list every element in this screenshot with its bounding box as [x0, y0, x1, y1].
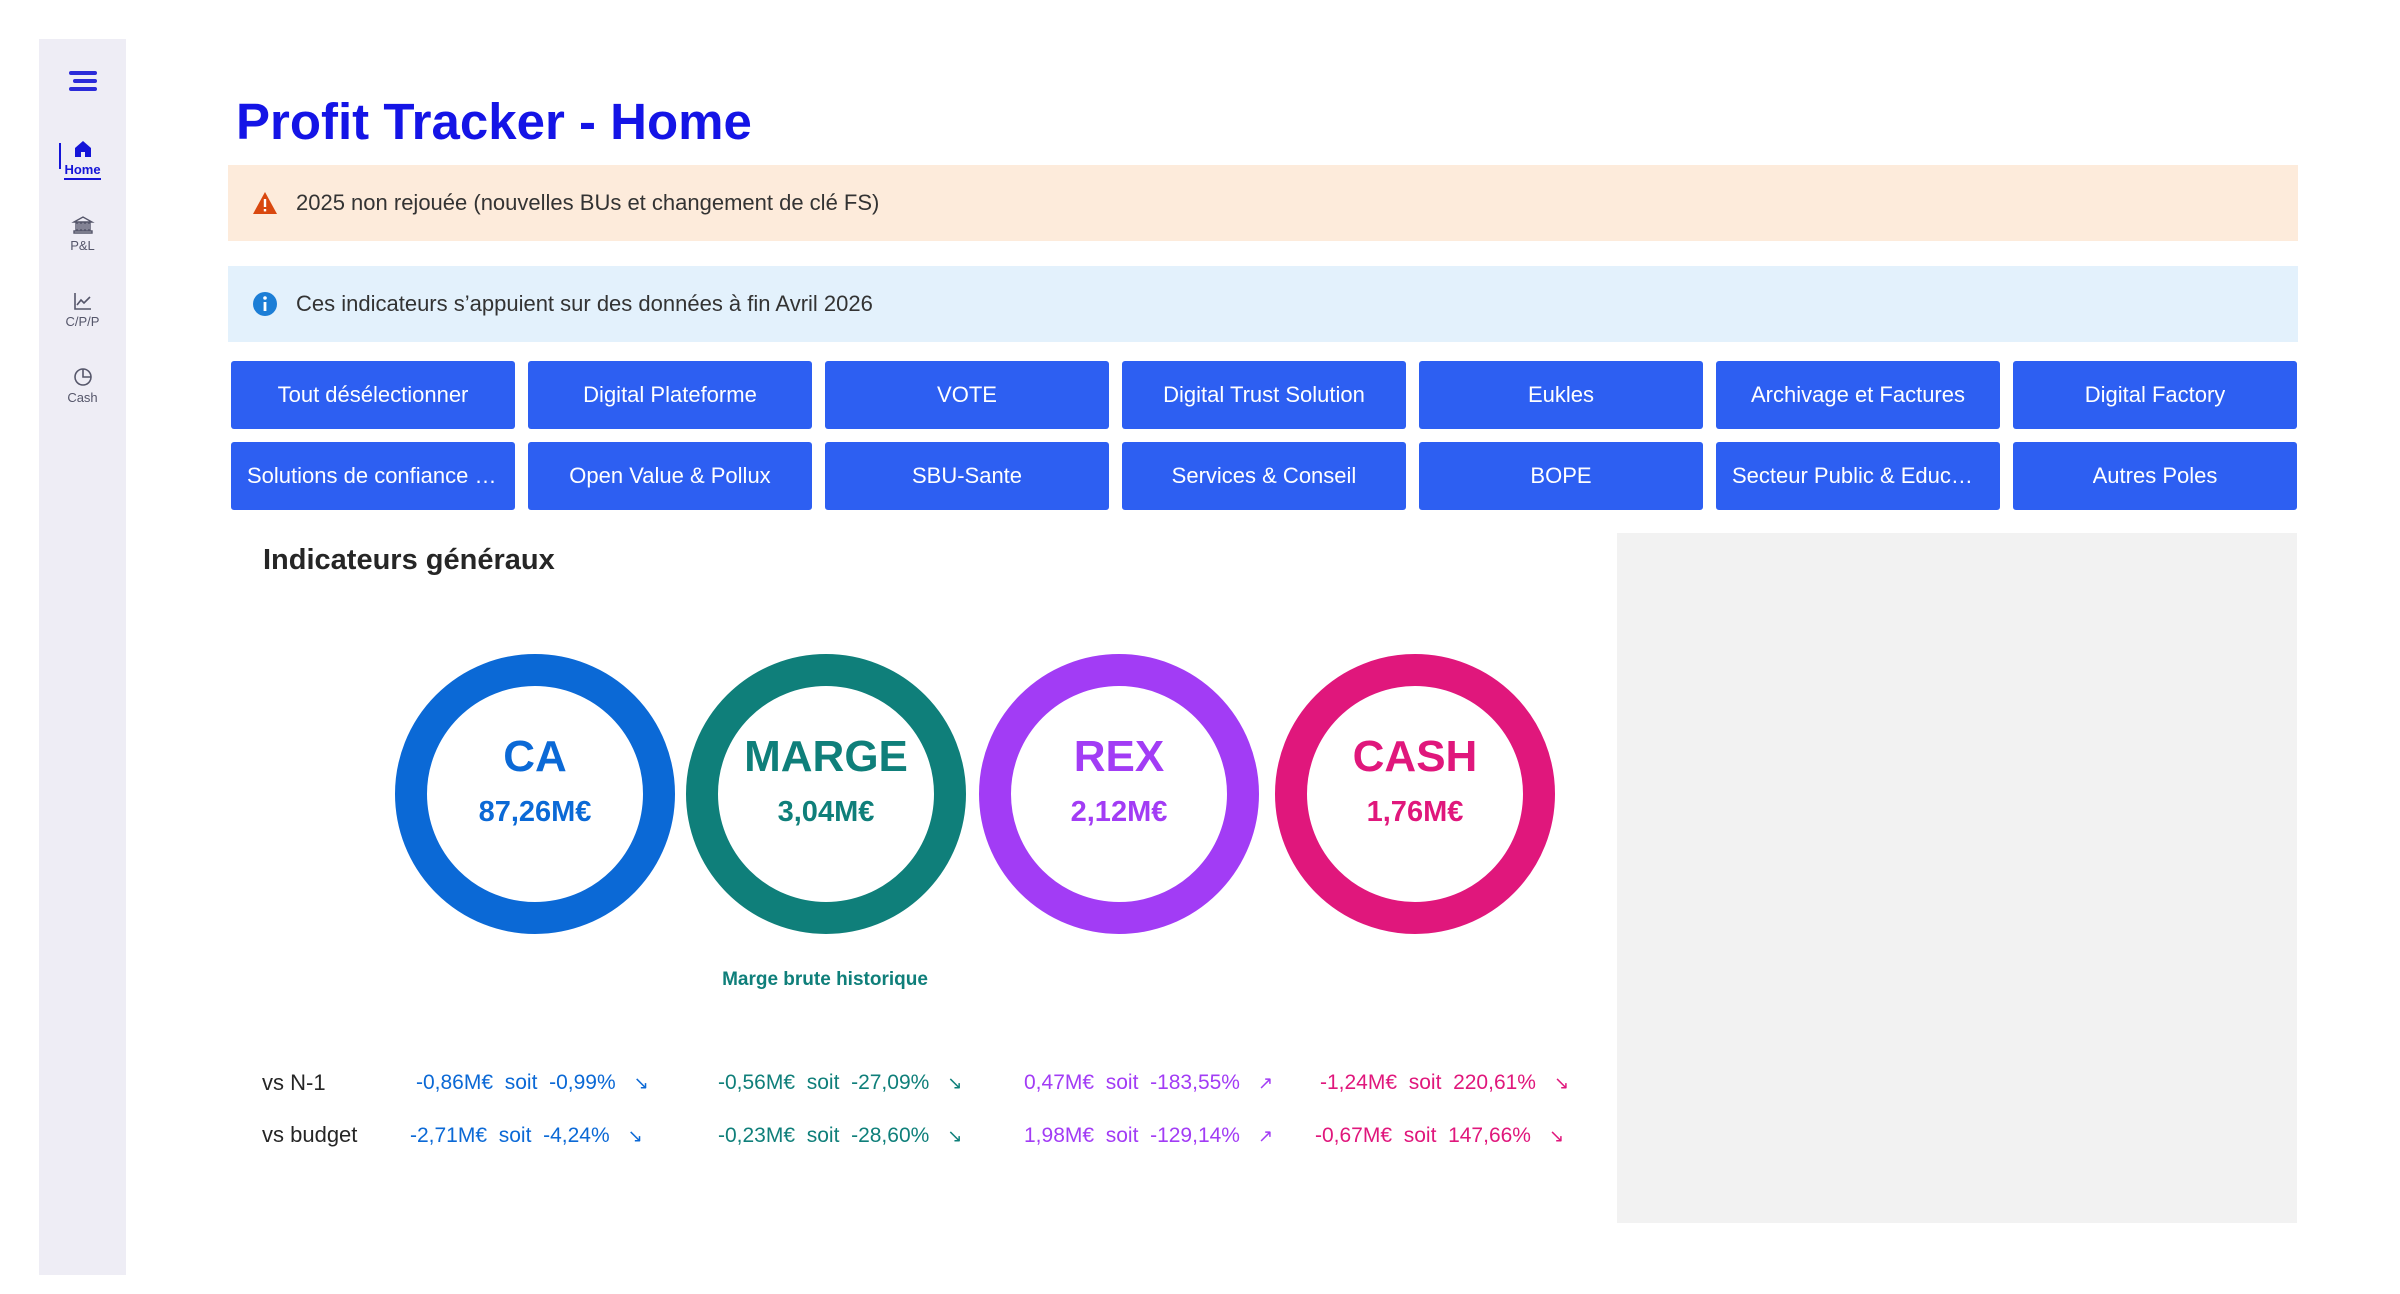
info-text: Ces indicateurs s’appuient sur des donné…: [296, 291, 873, 316]
kpi-marge: MARGE 3,04M€: [686, 654, 966, 934]
section-title: Indicateurs généraux: [263, 544, 555, 576]
filter-button[interactable]: Solutions de confiance Grand Public: [231, 442, 515, 510]
hamburger-icon[interactable]: [67, 71, 99, 91]
warning-alert: 2025 non rejouée (nouvelles BUs et chang…: [228, 165, 2298, 241]
sidebar-item-label: Cash: [67, 390, 98, 405]
kpi-ring: [979, 654, 1259, 934]
filter-button[interactable]: Open Value & Pollux: [528, 442, 812, 510]
trend-arrow-icon: ↗: [1257, 1126, 1274, 1146]
trend-arrow-icon: ↘: [947, 1126, 963, 1146]
trend-arrow-icon: ↘: [1553, 1073, 1570, 1093]
trend-arrow-icon: ↗: [1257, 1073, 1274, 1093]
page-title: Profit Tracker - Home: [236, 93, 752, 150]
kpi-value: 1,76M€: [1366, 796, 1464, 828]
bank-icon: [70, 216, 95, 234]
sidebar-item-cpp[interactable]: C/P/P: [39, 289, 126, 329]
comparison-value: -0,23M€ soit -28,60% ↘: [718, 1124, 963, 1147]
home-icon: [74, 141, 91, 157]
comparison-value: 0,47M€ soit -183,55% ↗: [1024, 1071, 1274, 1094]
sidebar-item-pl[interactable]: P&L: [39, 213, 126, 253]
filter-button[interactable]: Digital Trust Solution: [1122, 361, 1406, 429]
filter-button[interactable]: Archivage et Factures: [1716, 361, 2000, 429]
kpi-value: 2,12M€: [1070, 796, 1168, 828]
trend-arrow-icon: ↘: [633, 1073, 649, 1093]
comparison-value: 1,98M€ soit -129,14% ↗: [1024, 1124, 1274, 1147]
kpi-ring: [1275, 654, 1555, 934]
sidebar-item-home[interactable]: Home: [39, 137, 126, 180]
comparison-label-budget: vs budget: [262, 1122, 358, 1147]
kpi-cash: CASH 1,76M€: [1275, 654, 1555, 934]
filter-button[interactable]: Secteur Public & Education: [1716, 442, 2000, 510]
info-icon: [253, 292, 277, 316]
sidebar-item-cash[interactable]: Cash: [39, 365, 126, 405]
trend-arrow-icon: ↘: [627, 1126, 643, 1146]
filter-button[interactable]: Services & Conseil: [1122, 442, 1406, 510]
comparison-value: -0,67M€ soit 147,66% ↘: [1315, 1124, 1565, 1147]
comparison-value: -0,86M€ soit -0,99% ↘: [416, 1071, 649, 1094]
kpi-ca: CA 87,26M€: [395, 654, 675, 934]
kpi-rex: REX 2,12M€: [979, 654, 1259, 934]
kpi-name: REX: [1073, 732, 1165, 781]
sidebar-item-label: P&L: [70, 238, 95, 253]
filter-button[interactable]: VOTE: [825, 361, 1109, 429]
comparison-value: -2,71M€ soit -4,24% ↘: [410, 1124, 643, 1147]
filter-button[interactable]: SBU-Sante: [825, 442, 1109, 510]
kpi-value: 87,26M€: [478, 796, 592, 828]
kpi-note: Marge brute historique: [722, 969, 928, 990]
sidebar-item-label: Home: [64, 162, 101, 180]
kpi-name: CA: [503, 732, 567, 781]
filter-button[interactable]: Digital Factory: [2013, 361, 2297, 429]
pie-chart-icon: [73, 368, 92, 386]
info-alert: Ces indicateurs s’appuient sur des donné…: [228, 266, 2298, 342]
filter-button[interactable]: Tout désélectionner: [231, 361, 515, 429]
comparison-value: -0,56M€ soit -27,09% ↘: [718, 1071, 963, 1094]
kpi-value: 3,04M€: [777, 796, 875, 828]
warning-text: 2025 non rejouée (nouvelles BUs et chang…: [296, 190, 880, 215]
sidebar: Home P&L C/P/P Cash: [39, 39, 126, 1275]
kpi-name: CASH: [1352, 732, 1478, 781]
sidebar-item-label: C/P/P: [65, 314, 100, 329]
line-chart-icon: [73, 293, 91, 310]
filter-button[interactable]: Autres Poles: [2013, 442, 2297, 510]
filter-button[interactable]: Digital Plateforme: [528, 361, 812, 429]
kpi-ring: [395, 654, 675, 934]
comparison-label-n1: vs N-1: [262, 1070, 326, 1095]
filter-button[interactable]: Eukles: [1419, 361, 1703, 429]
kpi-ring: [686, 654, 966, 934]
warning-icon: [253, 192, 277, 214]
side-panel: [1617, 533, 2297, 1223]
trend-arrow-icon: ↘: [1548, 1126, 1565, 1146]
filter-button[interactable]: BOPE: [1419, 442, 1703, 510]
trend-arrow-icon: ↘: [947, 1073, 963, 1093]
kpi-name: MARGE: [744, 732, 908, 781]
comparison-value: -1,24M€ soit 220,61% ↘: [1320, 1071, 1570, 1094]
